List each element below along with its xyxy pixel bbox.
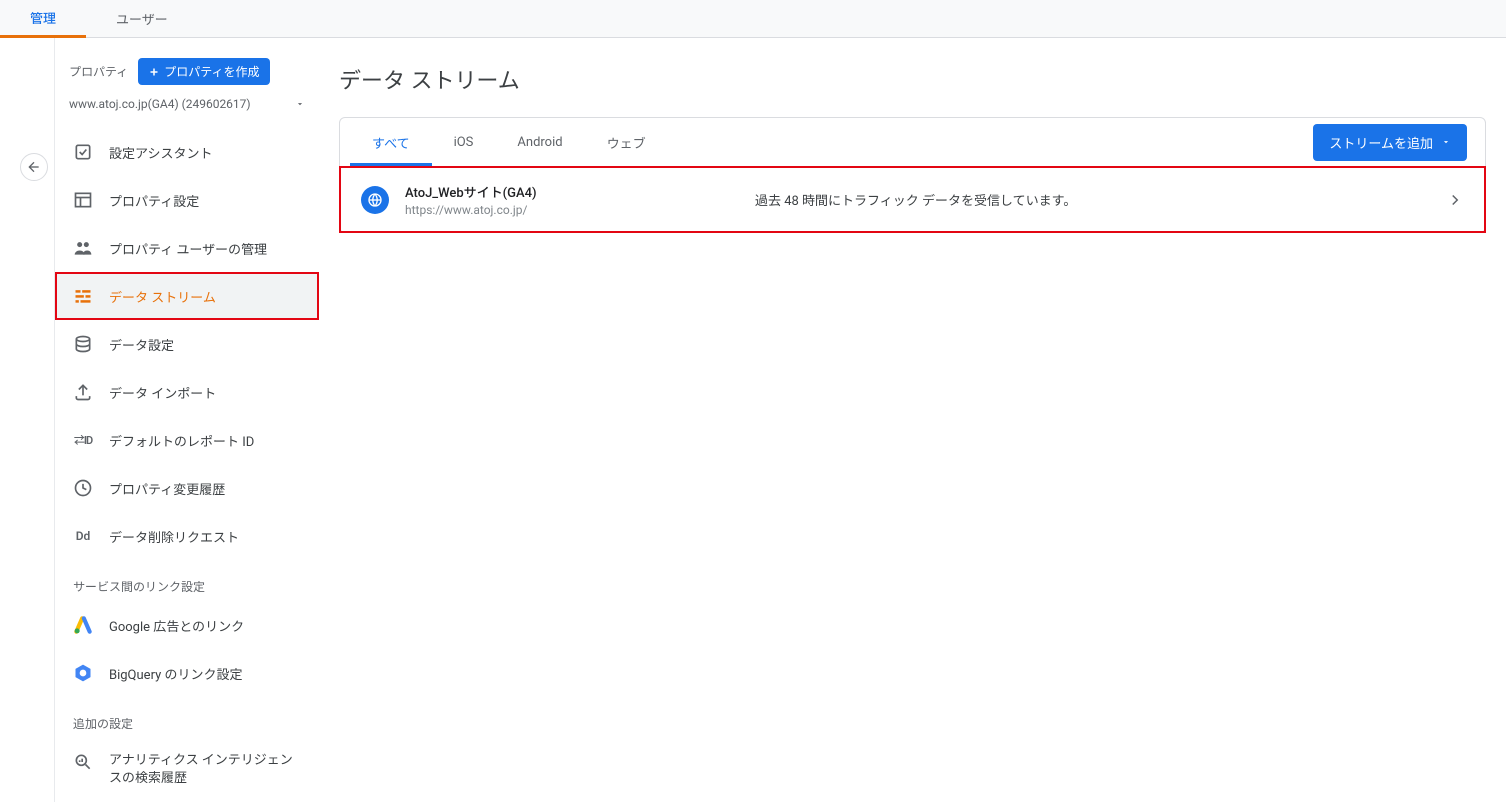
stream-tab-android[interactable]: Android xyxy=(495,118,584,166)
web-stream-icon xyxy=(361,186,389,214)
sidebar-item-label: データ ストリーム xyxy=(109,287,216,306)
search-insights-icon xyxy=(73,752,93,772)
property-selector[interactable]: www.atoj.co.jp(GA4) (249602617) xyxy=(55,93,319,128)
create-property-button[interactable]: プロパティを作成 xyxy=(138,58,269,85)
sidebar: プロパティ プロパティを作成 www.atoj.co.jp(GA4) (2496… xyxy=(54,38,319,802)
caret-down-icon xyxy=(1441,137,1451,147)
sidebar-item-label: プロパティ変更履歴 xyxy=(109,479,225,498)
stream-row[interactable]: AtoJ_Webサイト(GA4) https://www.atoj.co.jp/… xyxy=(339,166,1486,233)
check-icon xyxy=(73,142,93,162)
stream-info: AtoJ_Webサイト(GA4) https://www.atoj.co.jp/ xyxy=(405,182,735,217)
dd-icon: Dd xyxy=(73,526,93,546)
sidebar-item-label: 設定アシスタント xyxy=(109,143,212,162)
sidebar-item-label: データ インポート xyxy=(109,383,216,402)
selected-property-text: www.atoj.co.jp(GA4) (249602617) xyxy=(69,97,251,111)
sidebar-item-data-deletion[interactable]: Dd データ削除リクエスト xyxy=(55,512,319,560)
database-icon xyxy=(73,334,93,354)
plus-icon xyxy=(148,66,160,78)
history-icon xyxy=(73,478,93,498)
sidebar-item-label: プロパティ ユーザーの管理 xyxy=(109,239,267,258)
sidebar-item-label: データ削除リクエスト xyxy=(109,527,239,546)
sidebar-item-label: プロパティ設定 xyxy=(109,191,199,210)
back-button[interactable] xyxy=(20,153,48,181)
stream-tabs: すべて iOS Android ウェブ ストリームを追加 xyxy=(340,118,1485,166)
sidebar-item-change-history[interactable]: プロパティ変更履歴 xyxy=(55,464,319,512)
sidebar-item-google-ads-link[interactable]: Google 広告とのリンク xyxy=(55,601,319,649)
arrow-left-icon xyxy=(26,159,42,175)
tab-admin[interactable]: 管理 xyxy=(0,0,86,38)
add-stream-button[interactable]: ストリームを追加 xyxy=(1313,124,1467,161)
section-links-label: サービス間のリンク設定 xyxy=(55,560,319,601)
sidebar-item-user-management[interactable]: プロパティ ユーザーの管理 xyxy=(55,224,319,272)
sidebar-item-label: Google 広告とのリンク xyxy=(109,616,244,635)
sidebar-item-search-history[interactable]: アナリティクス インテリジェンスの検索履歴 xyxy=(55,738,319,802)
sidebar-item-data-import[interactable]: データ インポート xyxy=(55,368,319,416)
sidebar-item-property-settings[interactable]: プロパティ設定 xyxy=(55,176,319,224)
sidebar-item-reporting-id[interactable]: ⇄ID デフォルトのレポート ID xyxy=(55,416,319,464)
users-icon xyxy=(73,238,93,258)
sidebar-item-setup-assistant[interactable]: 設定アシスタント xyxy=(55,128,319,176)
panel-icon xyxy=(73,190,93,210)
upload-icon xyxy=(73,382,93,402)
page-title: データ ストリーム xyxy=(339,63,1486,95)
back-column xyxy=(0,38,54,802)
sidebar-item-label: デフォルトのレポート ID xyxy=(109,431,254,450)
bigquery-icon xyxy=(73,663,93,683)
stream-tab-all[interactable]: すべて xyxy=(350,118,432,166)
stream-icon xyxy=(73,286,93,306)
create-property-label: プロパティを作成 xyxy=(164,63,259,80)
stream-tab-web[interactable]: ウェブ xyxy=(585,118,668,166)
google-ads-icon xyxy=(73,615,93,635)
streams-card: すべて iOS Android ウェブ ストリームを追加 AtoJ_Webサイト… xyxy=(339,117,1486,233)
section-additional-label: 追加の設定 xyxy=(55,697,319,738)
top-nav: 管理 ユーザー xyxy=(0,0,1506,38)
sidebar-item-bigquery-link[interactable]: BigQuery のリンク設定 xyxy=(55,649,319,697)
main-content: データ ストリーム すべて iOS Android ウェブ ストリームを追加 A… xyxy=(319,38,1506,802)
stream-tab-ios[interactable]: iOS xyxy=(432,118,496,166)
property-label: プロパティ xyxy=(69,63,128,80)
stream-name: AtoJ_Webサイト(GA4) xyxy=(405,182,735,201)
sidebar-item-label: データ設定 xyxy=(109,335,174,354)
sidebar-item-label: BigQuery のリンク設定 xyxy=(109,664,242,683)
sidebar-item-data-streams[interactable]: データ ストリーム xyxy=(55,272,319,320)
chevron-right-icon xyxy=(1446,191,1464,209)
property-header: プロパティ プロパティを作成 xyxy=(55,58,319,93)
caret-down-icon xyxy=(295,99,305,109)
stream-url: https://www.atoj.co.jp/ xyxy=(405,203,735,217)
tab-users[interactable]: ユーザー xyxy=(86,0,198,38)
add-stream-label: ストリームを追加 xyxy=(1329,133,1433,152)
stream-status: 過去 48 時間にトラフィック データを受信しています。 xyxy=(735,190,1446,209)
id-icon: ⇄ID xyxy=(73,430,93,450)
sidebar-item-label: アナリティクス インテリジェンスの検索履歴 xyxy=(109,752,301,788)
sidebar-item-data-settings[interactable]: データ設定 xyxy=(55,320,319,368)
